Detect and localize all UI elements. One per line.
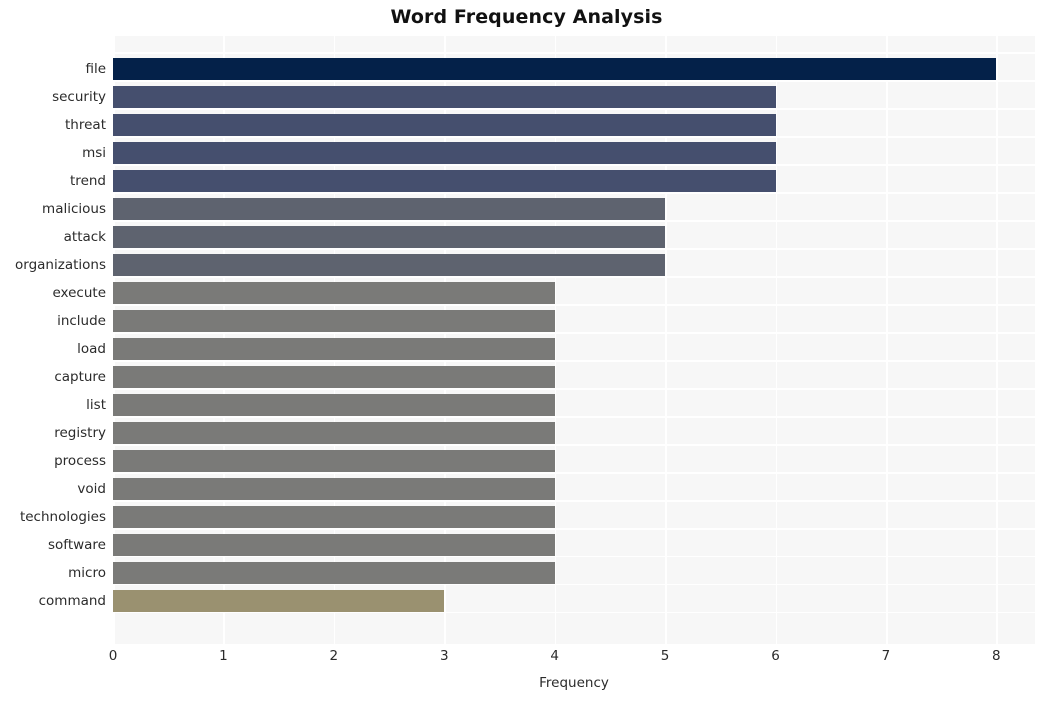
gridline-horizontal bbox=[113, 80, 1035, 82]
bar[interactable] bbox=[113, 170, 776, 192]
x-axis-tick-labels: 0 1 2 3 4 5 6 7 8 bbox=[109, 648, 1035, 668]
bar[interactable] bbox=[113, 253, 666, 276]
gridline-horizontal bbox=[113, 527, 1035, 530]
gridline-horizontal bbox=[113, 164, 1035, 166]
y-axis-tick-label: void bbox=[77, 480, 106, 497]
bar[interactable] bbox=[113, 225, 666, 248]
y-axis-tick-label: security bbox=[52, 89, 106, 106]
bar[interactable] bbox=[113, 58, 997, 81]
y-axis-tick-label: execute bbox=[52, 284, 106, 301]
y-axis-tick-label: software bbox=[48, 536, 106, 553]
chart-title: Word Frequency Analysis bbox=[390, 6, 663, 28]
y-axis-tick-label: technologies bbox=[19, 508, 106, 525]
y-axis-tick-label: command bbox=[38, 592, 106, 609]
x-axis-tick-label: 0 bbox=[108, 648, 118, 664]
x-axis-tick-label: 2 bbox=[329, 648, 339, 664]
bar[interactable] bbox=[113, 197, 666, 220]
bar[interactable] bbox=[113, 589, 445, 612]
gridline-vertical bbox=[885, 36, 888, 644]
bar[interactable] bbox=[113, 142, 776, 164]
bar[interactable] bbox=[113, 505, 555, 528]
bar[interactable] bbox=[113, 533, 555, 556]
gridline-horizontal bbox=[113, 108, 1035, 110]
x-axis-tick-label: 7 bbox=[881, 648, 891, 664]
gridline-horizontal bbox=[113, 303, 1035, 306]
y-axis-tick-label: registry bbox=[54, 424, 106, 441]
y-axis-tick-label: threat bbox=[65, 117, 106, 134]
bar[interactable] bbox=[113, 337, 555, 360]
x-axis-tick-label: 4 bbox=[550, 648, 559, 664]
bar[interactable] bbox=[113, 449, 555, 472]
bar[interactable] bbox=[113, 421, 555, 444]
y-axis-tick-label: capture bbox=[54, 368, 106, 385]
gridline-horizontal bbox=[113, 583, 1035, 586]
bar[interactable] bbox=[113, 309, 555, 332]
gridline-vertical bbox=[996, 36, 998, 644]
bar[interactable] bbox=[113, 114, 776, 137]
gridline-horizontal bbox=[113, 443, 1035, 446]
bar[interactable] bbox=[113, 561, 555, 584]
bar[interactable] bbox=[113, 86, 776, 109]
gridline-horizontal bbox=[113, 136, 1035, 138]
gridline-horizontal bbox=[113, 331, 1035, 334]
y-axis-tick-label: msi bbox=[82, 145, 106, 161]
x-axis-tick-label: 5 bbox=[660, 648, 670, 664]
x-axis-title: Frequency bbox=[539, 675, 609, 691]
gridline-horizontal bbox=[113, 499, 1035, 502]
chart-figure: Word Frequency Analysis file security thre… bbox=[0, 0, 1053, 701]
y-axis-tick-label: list bbox=[86, 396, 106, 413]
gridline-vertical bbox=[775, 36, 778, 644]
y-axis-tick-label: organizations bbox=[15, 256, 106, 273]
y-axis-tick-label: micro bbox=[68, 564, 106, 581]
bar[interactable] bbox=[113, 393, 555, 416]
gridline-horizontal bbox=[113, 555, 1035, 558]
y-axis-tick-label: process bbox=[54, 452, 106, 469]
gridline-horizontal bbox=[113, 52, 1035, 54]
x-axis-tick-label: 8 bbox=[992, 648, 1001, 664]
x-axis-tick-label: 6 bbox=[771, 648, 780, 664]
y-axis-tick-label: include bbox=[57, 312, 106, 329]
gridline-horizontal bbox=[113, 219, 1035, 222]
y-axis-tick-label: attack bbox=[63, 228, 106, 245]
bar[interactable] bbox=[113, 281, 555, 304]
bar[interactable] bbox=[113, 477, 555, 500]
y-axis-tick-label: file bbox=[85, 61, 106, 78]
gridline-horizontal bbox=[113, 611, 1035, 614]
x-axis-tick-label: 3 bbox=[439, 648, 449, 664]
y-axis-tick-label: malicious bbox=[42, 200, 106, 217]
bar[interactable] bbox=[113, 365, 555, 388]
gridline-horizontal bbox=[113, 471, 1035, 474]
plot-area bbox=[113, 36, 1035, 644]
gridline-horizontal bbox=[113, 192, 1035, 194]
gridline-horizontal bbox=[113, 387, 1035, 390]
gridline-horizontal bbox=[113, 247, 1035, 250]
y-axis-tick-labels: file security threat msi trend malicious attac… bbox=[0, 36, 106, 644]
x-axis-tick-label: 1 bbox=[219, 648, 228, 664]
y-axis-tick-label: load bbox=[77, 340, 106, 357]
gridline-horizontal bbox=[113, 275, 1035, 278]
gridline-horizontal bbox=[113, 415, 1035, 418]
y-axis-tick-label: trend bbox=[70, 173, 106, 189]
gridline-horizontal bbox=[113, 359, 1035, 362]
